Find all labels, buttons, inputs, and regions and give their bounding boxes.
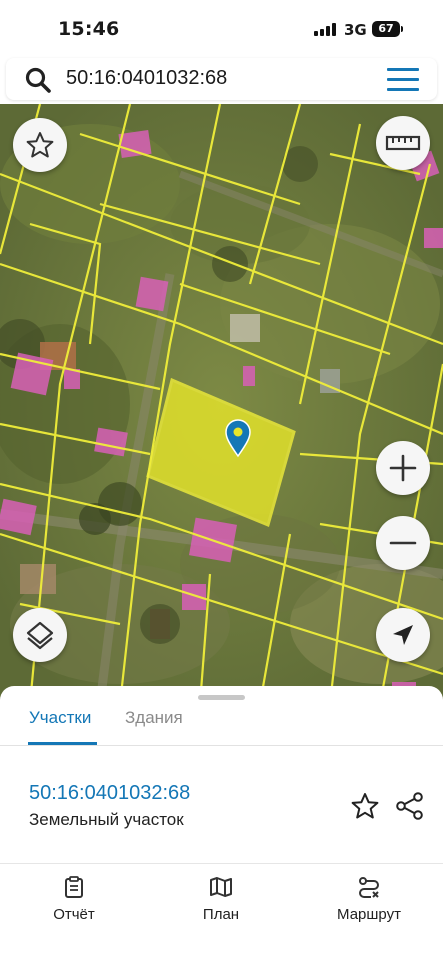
tab-buildings[interactable]: Здания: [125, 708, 183, 728]
battery-icon: 67: [372, 21, 400, 37]
star-icon[interactable]: [25, 130, 55, 160]
network-type: 3G: [344, 21, 367, 39]
nav-label-route: Маршрут: [337, 906, 401, 923]
satellite-map[interactable]: [0, 104, 443, 704]
hamburger-menu-icon[interactable]: [387, 68, 419, 92]
search-input[interactable]: 50:16:0401032:68: [66, 67, 227, 90]
nav-item-plan[interactable]: План: [166, 876, 276, 923]
minus-icon[interactable]: [388, 528, 418, 558]
nav-label-report: Отчёт: [53, 906, 95, 923]
my-location-button[interactable]: [376, 608, 430, 662]
nav-item-route[interactable]: Маршрут: [314, 876, 424, 923]
status-time: 15:46: [58, 18, 120, 40]
favorite-button[interactable]: [13, 118, 67, 172]
zoom-out-button[interactable]: [376, 516, 430, 570]
map-plan-icon: [210, 877, 232, 897]
route-icon: [359, 877, 379, 898]
sheet-drag-handle[interactable]: [198, 695, 245, 700]
map-view[interactable]: [0, 104, 443, 704]
nav-label-plan: План: [202, 906, 240, 923]
parcel-cadastral-number[interactable]: 50:16:0401032:68: [29, 782, 190, 805]
parcel-type-label: Земельный участок: [29, 810, 184, 829]
plus-icon[interactable]: [388, 453, 418, 483]
layers-icon[interactable]: [24, 619, 56, 651]
bottom-navigation: Отчёт План Маршрут: [0, 864, 443, 960]
nav-item-report[interactable]: Отчёт: [19, 876, 129, 923]
layers-button[interactable]: [13, 608, 67, 662]
battery-level: 67: [378, 22, 394, 35]
cellular-signal-icon: [314, 23, 336, 36]
report-clipboard-icon: [65, 876, 83, 898]
star-icon[interactable]: [350, 791, 380, 821]
search-icon[interactable]: [24, 66, 52, 94]
zoom-in-button[interactable]: [376, 441, 430, 495]
status-bar: 15:46 3G 67: [0, 0, 443, 56]
battery-tip: [401, 26, 403, 32]
ruler-icon[interactable]: [385, 133, 421, 153]
parcel-info-sheet[interactable]: Участки Здания 50:16:0401032:68 Земельны…: [0, 686, 443, 864]
search-bar[interactable]: 50:16:0401032:68: [6, 58, 437, 100]
divider: [0, 745, 443, 746]
navigation-arrow-icon[interactable]: [390, 622, 416, 648]
ruler-button[interactable]: [376, 116, 430, 170]
share-icon[interactable]: [395, 791, 425, 821]
tab-parcels[interactable]: Участки: [29, 708, 91, 728]
